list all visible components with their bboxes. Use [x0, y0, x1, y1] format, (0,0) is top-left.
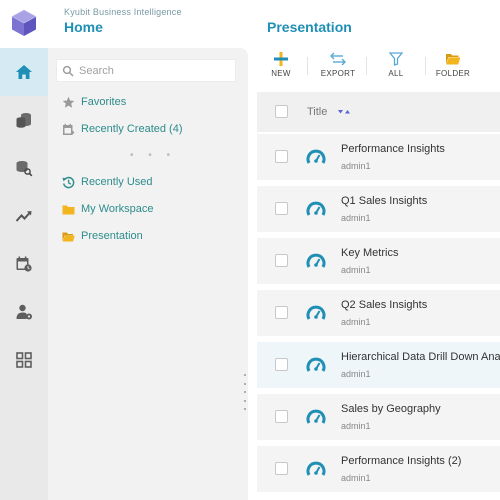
rail-item-scheduler[interactable]: [0, 240, 48, 288]
export-button[interactable]: EXPORT: [316, 52, 360, 84]
row-title[interactable]: Performance Insights: [341, 143, 445, 155]
sidebar-item-favorites[interactable]: Favorites: [62, 94, 126, 110]
row-checkbox[interactable]: [275, 254, 288, 267]
recently-created-icon: [63, 123, 75, 135]
table-row[interactable]: Performance Insights admin1: [257, 134, 500, 180]
all-filter-button[interactable]: ALL: [374, 52, 418, 84]
sidebar-item-label: Recently Created (4): [81, 123, 183, 135]
top-bar: Kyubit Business Intelligence Home Presen…: [0, 0, 500, 48]
calendar-clock-icon: [16, 256, 32, 272]
row-title[interactable]: Sales by Geography: [341, 403, 441, 415]
search-input[interactable]: [79, 63, 229, 79]
row-checkbox[interactable]: [275, 306, 288, 319]
dashboard-gauge-icon: [306, 461, 326, 476]
row-title[interactable]: Q2 Sales Insights: [341, 299, 427, 311]
table-row[interactable]: Key Metrics admin1: [257, 238, 500, 284]
rail-item-more[interactable]: [0, 336, 48, 384]
dashboard-gauge-icon: [306, 305, 326, 320]
folder-icon: [62, 205, 75, 214]
row-title[interactable]: Q1 Sales Insights: [341, 195, 427, 207]
sidebar-item-recently-used[interactable]: Recently Used: [62, 174, 153, 190]
all-label: ALL: [388, 69, 404, 78]
sidebar-item-label: Presentation: [81, 230, 143, 242]
row-checkbox[interactable]: [275, 150, 288, 163]
resize-handle[interactable]: [244, 374, 248, 410]
select-all-checkbox[interactable]: [275, 105, 288, 118]
database-icon: [16, 113, 31, 128]
dashboard-gauge-icon: [306, 253, 326, 268]
folder-open-icon: [62, 232, 75, 241]
dashboard-gauge-icon: [306, 201, 326, 216]
toolbar-divider: [366, 57, 367, 75]
row-checkbox[interactable]: [275, 202, 288, 215]
export-label: EXPORT: [320, 69, 356, 78]
database-search-icon: [16, 161, 33, 177]
sidebar-item-recently-created[interactable]: Recently Created (4): [62, 121, 183, 137]
row-title[interactable]: Key Metrics: [341, 247, 398, 259]
rail-item-kpi[interactable]: [0, 192, 48, 240]
home-icon: [16, 65, 32, 79]
rail-item-home[interactable]: [0, 48, 48, 96]
sort-icon[interactable]: [337, 107, 351, 117]
search-icon: [62, 65, 74, 77]
row-title[interactable]: Hierarchical Data Drill Down Ana: [341, 351, 500, 363]
new-button[interactable]: NEW: [259, 52, 303, 84]
star-icon: [62, 96, 75, 108]
user-settings-icon: [16, 304, 32, 320]
table-row[interactable]: Q2 Sales Insights admin1: [257, 290, 500, 336]
sidebar-item-presentation[interactable]: Presentation: [62, 228, 143, 244]
recent-icon: [62, 176, 75, 188]
home-title[interactable]: Home: [64, 19, 103, 35]
row-owner: admin1: [341, 421, 371, 431]
row-owner: admin1: [341, 265, 371, 275]
table-row[interactable]: Hierarchical Data Drill Down Ana admin1: [257, 342, 500, 388]
filter-icon: [388, 52, 404, 66]
dashboard-gauge-icon: [306, 409, 326, 424]
grid-icon: [16, 352, 32, 368]
rail-item-users[interactable]: [0, 288, 48, 336]
table-row[interactable]: Sales by Geography admin1: [257, 394, 500, 440]
new-label: NEW: [271, 69, 291, 78]
sidebar-item-label: Recently Used: [81, 176, 153, 188]
page-title: Presentation: [267, 19, 352, 35]
rail-item-analysis[interactable]: [0, 144, 48, 192]
kyubit-logo-icon[interactable]: [8, 7, 40, 39]
dashboard-gauge-icon: [306, 357, 326, 372]
row-owner: admin1: [341, 317, 371, 327]
toolbar-divider: [307, 57, 308, 75]
sidebar-separator: • • •: [130, 150, 177, 161]
folder-label: FOLDER: [435, 69, 471, 78]
sidebar: [48, 48, 248, 500]
row-checkbox[interactable]: [275, 358, 288, 371]
rail-item-data-sources[interactable]: [0, 96, 48, 144]
trend-chart-icon: [15, 211, 32, 222]
table-row[interactable]: Q1 Sales Insights admin1: [257, 186, 500, 232]
row-checkbox[interactable]: [275, 462, 288, 475]
row-checkbox[interactable]: [275, 410, 288, 423]
search-box: [56, 59, 236, 82]
export-arrows-icon: [330, 52, 346, 66]
table-header: Title: [257, 92, 500, 132]
sidebar-item-my-workspace[interactable]: My Workspace: [62, 201, 154, 217]
dashboard-gauge-icon: [306, 149, 326, 164]
sidebar-item-label: My Workspace: [81, 203, 154, 215]
brand-name: Kyubit Business Intelligence: [64, 7, 182, 17]
folder-open-icon: [446, 54, 461, 65]
toolbar-divider: [425, 57, 426, 75]
left-rail: [0, 48, 48, 500]
row-title[interactable]: Performance Insights (2): [341, 455, 461, 467]
sidebar-item-label: Favorites: [81, 96, 127, 108]
folder-button[interactable]: FOLDER: [431, 52, 475, 84]
title-column-header[interactable]: Title: [307, 106, 327, 118]
row-owner: admin1: [341, 473, 371, 483]
app-window: Kyubit Business Intelligence Home Presen…: [0, 0, 500, 500]
table-row[interactable]: Performance Insights (2) admin1: [257, 446, 500, 492]
plus-icon: [274, 52, 288, 66]
row-owner: admin1: [341, 213, 371, 223]
row-owner: admin1: [341, 161, 371, 171]
row-owner: admin1: [341, 369, 371, 379]
